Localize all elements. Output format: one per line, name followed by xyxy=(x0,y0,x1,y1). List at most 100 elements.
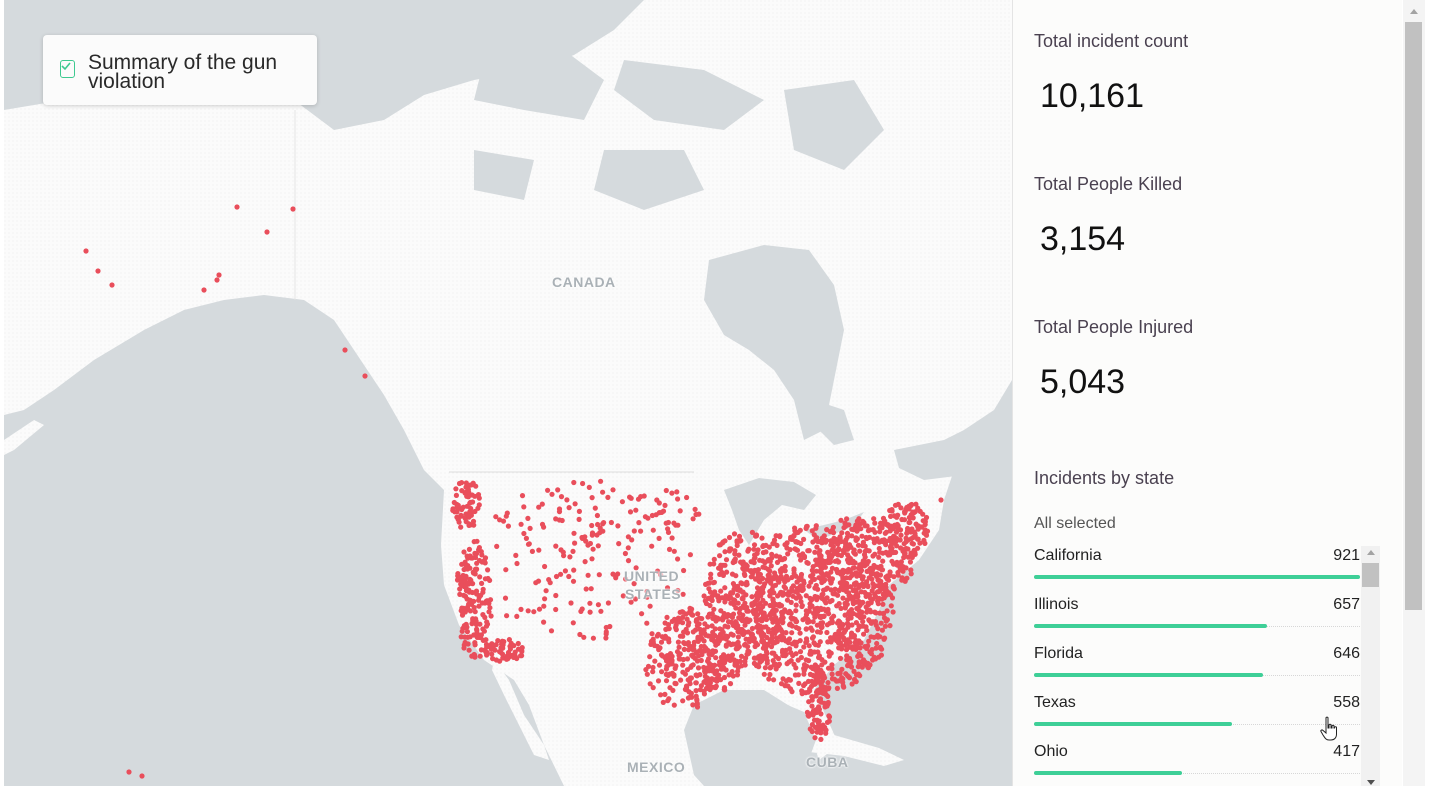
incident-dot xyxy=(466,647,472,653)
incident-dot xyxy=(874,573,880,579)
incident-dot xyxy=(625,558,632,564)
incident-dot xyxy=(880,558,886,564)
incident-dot xyxy=(497,658,503,664)
incident-dot xyxy=(768,580,774,586)
incident-dot xyxy=(872,520,878,526)
panel-scroll-thumb[interactable] xyxy=(1405,22,1422,610)
incident-dot xyxy=(810,572,816,578)
incident-dot xyxy=(855,653,861,660)
incident-dot xyxy=(342,347,348,353)
scroll-down-arrow-icon[interactable] xyxy=(1367,780,1375,785)
checkbox-checked-icon[interactable] xyxy=(60,60,75,78)
incident-dot xyxy=(505,656,511,662)
incident-dot xyxy=(462,634,468,640)
incident-dot xyxy=(870,581,876,587)
incident-dot xyxy=(562,568,569,574)
panel-scroll-up-arrow-icon[interactable] xyxy=(1410,9,1418,14)
incident-dot xyxy=(689,612,695,618)
incident-dot xyxy=(861,614,867,620)
state-row[interactable]: Ohio 417 xyxy=(1034,738,1360,786)
incident-dot xyxy=(852,587,858,593)
incident-dot xyxy=(734,592,741,599)
incident-dot xyxy=(735,634,742,640)
map-label-united: UNITED xyxy=(624,568,680,584)
incident-dot xyxy=(871,516,877,522)
incident-dot xyxy=(854,518,861,524)
incident-dot xyxy=(787,677,794,683)
state-list[interactable]: California 921 Illinois 657 Florida 646 Texas 5… xyxy=(1034,542,1362,786)
incident-dot xyxy=(505,523,511,529)
incident-dot xyxy=(541,524,547,530)
incident-dot xyxy=(476,557,483,564)
state-row[interactable]: Illinois 657 xyxy=(1034,591,1360,640)
people-killed-label: Total People Killed xyxy=(1034,174,1183,194)
incident-dot xyxy=(541,619,547,625)
state-bar xyxy=(1034,624,1267,628)
land-aleutians xyxy=(4,420,44,455)
incident-dot xyxy=(867,662,873,668)
incident-dot xyxy=(836,645,842,651)
incident-dot xyxy=(725,624,731,630)
incident-dot xyxy=(840,595,846,601)
state-row[interactable]: Texas 558 xyxy=(1034,689,1360,738)
filter-status: All selected xyxy=(1034,515,1116,532)
scroll-up-arrow-icon[interactable] xyxy=(1367,550,1375,555)
incident-dot xyxy=(797,595,803,601)
incident-dot xyxy=(670,687,676,694)
incident-dot xyxy=(521,504,527,510)
incident-dot xyxy=(753,576,759,582)
incident-dot xyxy=(850,601,857,607)
incident-dot xyxy=(853,535,859,541)
incident-dot xyxy=(897,567,903,573)
incident-dot xyxy=(705,580,711,586)
incident-dot xyxy=(650,685,656,691)
incident-dot xyxy=(901,541,907,547)
incident-dot xyxy=(587,540,594,547)
layer-title[interactable]: Summary of the gun violation xyxy=(88,52,308,92)
incident-dot xyxy=(665,622,672,628)
incident-dot xyxy=(899,577,905,583)
incident-dot xyxy=(762,665,769,671)
incident-dot xyxy=(744,566,750,572)
incident-dot xyxy=(722,687,728,693)
map-canvas[interactable] xyxy=(4,0,1012,786)
incident-dot xyxy=(684,494,690,501)
incident-dot xyxy=(616,541,622,547)
incident-dot xyxy=(455,517,461,523)
incident-dot xyxy=(915,545,921,551)
incident-dot xyxy=(772,570,778,576)
incident-dot xyxy=(798,654,805,661)
state-list-scroll-thumb[interactable] xyxy=(1362,563,1379,587)
incident-dot xyxy=(797,649,804,655)
incident-dot xyxy=(750,607,757,613)
incident-dot xyxy=(660,508,667,514)
incident-dot xyxy=(652,642,658,649)
incident-dot xyxy=(887,592,894,598)
incident-dot xyxy=(758,593,764,599)
incident-dot xyxy=(466,513,472,519)
incident-dot xyxy=(693,617,700,623)
incident-dot xyxy=(891,586,897,592)
incident-dot xyxy=(792,546,798,552)
incident-dot xyxy=(481,628,487,634)
incident-dot xyxy=(234,204,240,210)
incident-dot xyxy=(553,606,559,613)
incident-dot xyxy=(874,640,880,647)
map-view[interactable]: CANADA UNITED STATES MEXICO CUBA Summary… xyxy=(4,0,1012,786)
incident-dot xyxy=(456,480,463,487)
incident-dot xyxy=(587,600,593,606)
incident-dot xyxy=(513,552,519,559)
incident-dot xyxy=(843,671,849,677)
incident-dot xyxy=(858,526,864,532)
incident-dot xyxy=(631,528,637,534)
state-row[interactable]: Florida 646 xyxy=(1034,640,1360,689)
incident-dot xyxy=(461,549,467,555)
incident-dot xyxy=(649,631,655,637)
incident-dot xyxy=(825,680,831,686)
state-row[interactable]: California 921 xyxy=(1034,542,1360,591)
incident-dot xyxy=(846,611,852,617)
incident-dot xyxy=(543,588,549,594)
incident-dot xyxy=(770,619,776,625)
incident-dot xyxy=(556,509,563,515)
incident-dot xyxy=(740,628,746,634)
